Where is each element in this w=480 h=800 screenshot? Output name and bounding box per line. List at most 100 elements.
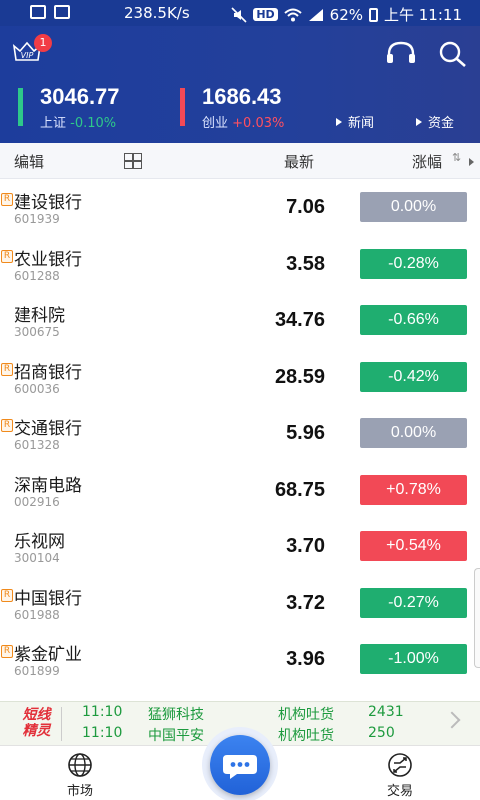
stock-name: 建科院 — [14, 306, 65, 326]
stock-price: 3.58 — [286, 252, 325, 275]
chat-button[interactable] — [210, 735, 270, 795]
stock-change[interactable]: -0.28% — [360, 248, 467, 279]
index-trend-bar — [18, 88, 23, 126]
gallery-notification-icon — [54, 5, 70, 19]
search-icon[interactable] — [438, 40, 468, 68]
stock-code: 300675 — [14, 325, 60, 339]
mute-icon — [231, 6, 247, 23]
stock-code: 601288 — [14, 268, 60, 283]
watchlist[interactable]: R 建设银行 601939 7.06 0.00% R 农业银行 601288 3… — [0, 179, 480, 701]
scroll-right-icon[interactable] — [469, 158, 474, 166]
stock-price: 34.76 — [274, 309, 325, 331]
funds-label: 资金 — [428, 116, 455, 131]
r-badge: R — [1, 588, 13, 602]
chevron-right-icon[interactable] — [443, 711, 461, 729]
nav-trade-label: 交易 — [386, 784, 413, 799]
stock-name: 招商银行 — [14, 362, 82, 383]
hd-badge: HD — [253, 8, 278, 21]
stock-price: 3.72 — [286, 591, 325, 614]
ticker-logo-line2: 精灵 — [22, 723, 51, 739]
svg-text:VIP: VIP — [21, 51, 34, 60]
stock-row[interactable]: R 紫金矿业 601899 3.96 -1.00% — [0, 631, 480, 688]
index-value: 1686.43 — [202, 84, 282, 109]
grid-view-icon[interactable] — [124, 153, 142, 169]
stock-name: 紫金矿业 — [14, 645, 82, 665]
signal-icon — [308, 8, 323, 21]
index-trend-bar — [180, 88, 185, 126]
r-badge: R — [1, 249, 13, 263]
r-badge: R — [1, 193, 13, 206]
stock-row[interactable]: R 建设银行 601939 7.06 0.00% — [0, 179, 480, 236]
stock-change[interactable]: 0.00% — [360, 192, 467, 222]
stock-code: 002916 — [14, 494, 60, 509]
r-badge: R — [1, 362, 13, 376]
stock-name: 农业银行 — [14, 249, 82, 270]
stock-price: 7.06 — [286, 196, 325, 218]
stock-change[interactable]: -0.42% — [360, 361, 467, 392]
stock-row[interactable]: R 招商银行 600036 28.59 -0.42% — [0, 349, 480, 406]
stock-change[interactable]: -0.66% — [360, 305, 467, 335]
clock: 上午 11:11 — [384, 6, 462, 24]
nav-market[interactable]: 市场 — [50, 752, 110, 799]
index-change: -0.10% — [70, 116, 117, 131]
stock-price: 5.96 — [286, 422, 325, 444]
network-speed: 238.5K/s — [124, 4, 190, 22]
nav-market-label: 市场 — [66, 784, 93, 799]
ticker-event: 机构吐货 — [278, 707, 334, 723]
stock-name: 乐视网 — [14, 532, 65, 552]
globe-icon — [68, 753, 92, 777]
index-name: 上证 — [40, 116, 67, 131]
stock-code: 600036 — [14, 381, 60, 396]
side-drawer-handle[interactable] — [474, 568, 480, 668]
stock-row[interactable]: 深南电路 002916 68.75 +0.78% — [0, 462, 480, 519]
stock-change[interactable]: +0.54% — [360, 531, 467, 561]
stock-name: 中国银行 — [14, 588, 82, 609]
ticker-stock: 中国平安 — [148, 728, 204, 744]
index-name: 创业 — [202, 116, 229, 131]
r-badge: R — [1, 645, 13, 658]
stock-change[interactable]: +0.78% — [360, 474, 467, 505]
status-bar: 238.5K/s HD 62% 上午 11:11 — [0, 0, 480, 26]
nav-trade[interactable]: 交易 — [370, 752, 430, 799]
stock-row[interactable]: R 中国银行 601988 3.72 -0.27% — [0, 575, 480, 632]
stock-change[interactable]: -0.27% — [360, 587, 467, 618]
stock-price: 3.70 — [286, 535, 325, 557]
stock-name: 深南电路 — [14, 475, 82, 496]
stock-code: 601899 — [14, 664, 60, 678]
news-link[interactable]: 新闻 — [336, 112, 374, 131]
stock-change[interactable]: 0.00% — [360, 418, 467, 448]
wifi-icon — [283, 8, 302, 21]
index-value: 3046.77 — [40, 84, 120, 109]
stock-price: 3.96 — [286, 648, 325, 670]
stock-row[interactable]: 建科院 300675 34.76 -0.66% — [0, 292, 480, 349]
stock-code: 601939 — [14, 212, 60, 226]
change-header[interactable]: 涨幅 — [412, 151, 442, 172]
chat-bubble-icon — [223, 755, 257, 779]
ticker-volume: 250 — [368, 725, 395, 741]
headset-icon[interactable] — [384, 40, 418, 66]
stock-row[interactable]: R 交通银行 601328 5.96 0.00% — [0, 405, 480, 462]
funds-link[interactable]: 资金 — [416, 112, 454, 131]
latest-price-header[interactable]: 最新 — [284, 151, 314, 172]
ticker-time: 11:10 — [82, 725, 123, 741]
battery-icon — [369, 7, 378, 22]
battery-percent: 62% — [329, 5, 363, 24]
stock-price: 28.59 — [274, 365, 325, 388]
play-arrow-icon — [336, 118, 342, 126]
ticker-volume: 2431 — [368, 704, 404, 720]
ticker-stock: 猛狮科技 — [148, 707, 204, 723]
edit-button[interactable]: 编辑 — [14, 151, 44, 172]
ticker-event: 机构吐货 — [278, 728, 334, 744]
stock-code: 601988 — [14, 607, 60, 622]
stock-row[interactable]: R 农业银行 601288 3.58 -0.28% — [0, 236, 480, 293]
vip-notification-badge: 1 — [34, 34, 52, 52]
sort-icon[interactable]: ⇅ — [452, 151, 461, 164]
stock-price: 68.75 — [274, 478, 325, 501]
ticker-time: 11:10 — [82, 704, 123, 720]
stock-change[interactable]: -1.00% — [360, 644, 467, 674]
stock-name: 交通银行 — [14, 419, 82, 439]
ticker-logo: 短线 精灵 — [12, 707, 62, 741]
stock-row[interactable]: 乐视网 300104 3.70 +0.54% — [0, 518, 480, 575]
stock-code: 300104 — [14, 551, 60, 565]
image-notification-icon — [30, 5, 46, 19]
